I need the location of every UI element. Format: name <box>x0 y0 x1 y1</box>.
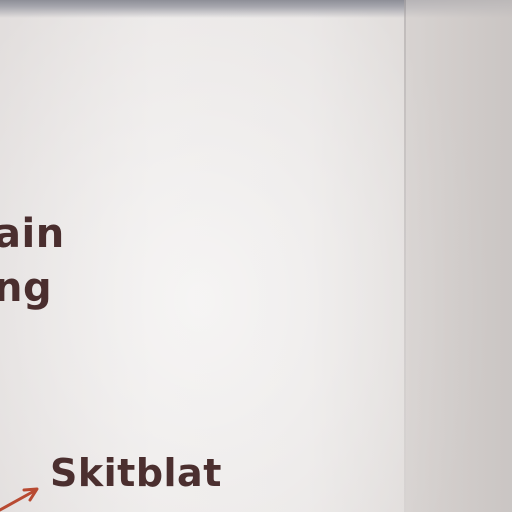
text-fragment-1: ain <box>0 211 65 257</box>
text-fragment-2: ng <box>0 265 53 311</box>
photo-background: ain ng Skitblat <box>0 0 512 512</box>
right-panel <box>406 0 512 512</box>
arrow-pointer-icon <box>0 487 39 512</box>
screen-border <box>404 0 406 512</box>
skitblat-label: Skitblat <box>50 451 222 495</box>
